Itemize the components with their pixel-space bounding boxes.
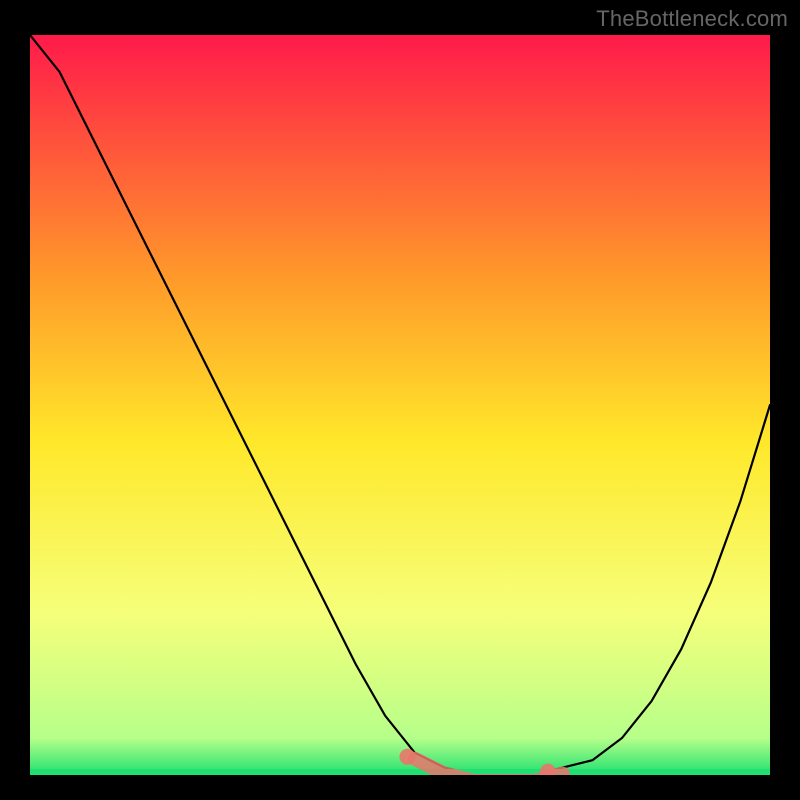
plot-area	[30, 35, 770, 775]
bottom-strip	[30, 769, 770, 775]
chart-frame: TheBottleneck.com	[0, 0, 800, 800]
watermark-text: TheBottleneck.com	[596, 6, 788, 32]
gradient-bg	[30, 35, 770, 775]
highlight-dot-left	[399, 749, 415, 765]
chart-svg	[30, 35, 770, 775]
